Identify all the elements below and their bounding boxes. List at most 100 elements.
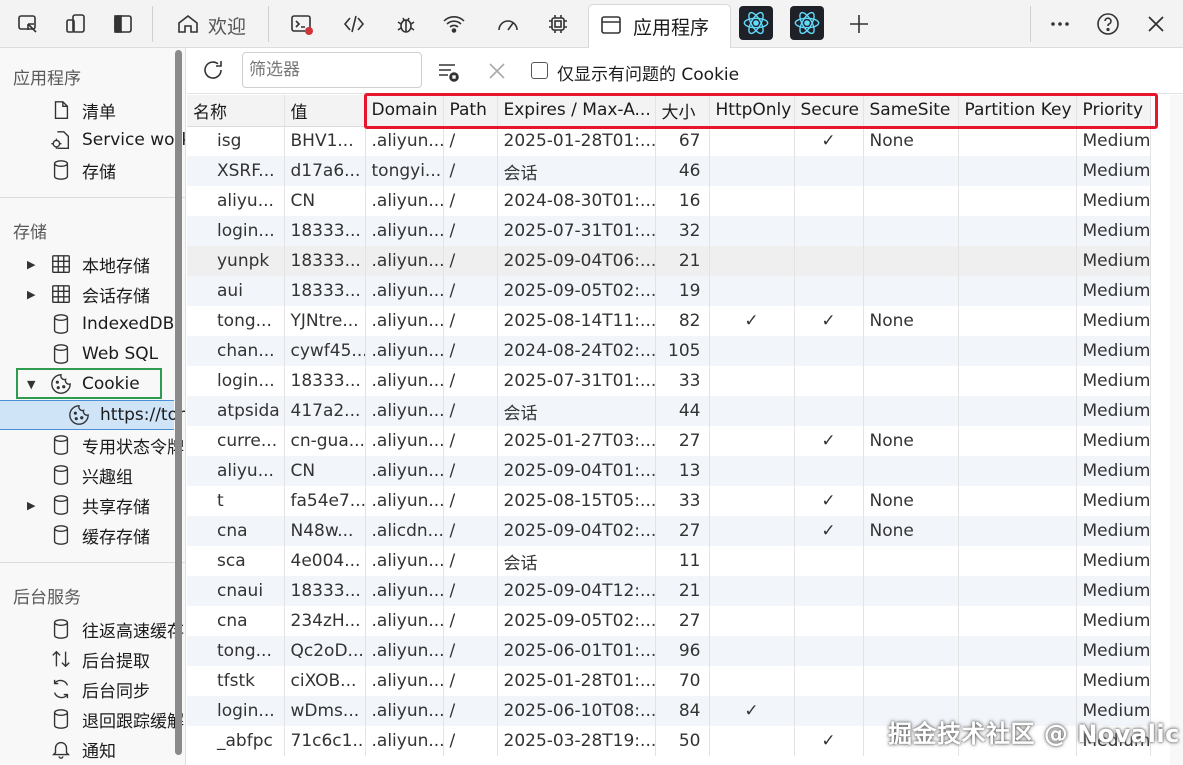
table-row[interactable]: sca 4e004... .aliyun... / 会话 11 Medium [187, 546, 1151, 576]
cell-priority: Medium [1076, 396, 1151, 426]
sidebar-item-notifications[interactable]: 通知 [0, 734, 185, 764]
expand-arrow-icon[interactable]: ▶ [27, 258, 37, 271]
cell-name: tfstk [187, 666, 285, 696]
sidebar-item-background-fetch[interactable]: 后台提取 [0, 644, 185, 674]
sidebar-item-bounce-tracking[interactable]: 退回跟踪缓解 [0, 704, 185, 734]
cell-size: 11 [655, 546, 710, 576]
table-row[interactable]: aliyu... CN .aliyun.../2025-09-04T01:... 13… [187, 456, 1151, 486]
table-row[interactable]: tfstk ciXOB... .aliyun.../2025-01-28T01:..… [187, 666, 1151, 696]
sidebar-item-shared-storage[interactable]: ▶ 共享存储 [0, 490, 185, 520]
cell-httponly [709, 426, 795, 456]
sidebar-item-cookie-origin[interactable]: https://tongyi.aliyun.com [0, 400, 185, 430]
cell-domain: .alicdn... [365, 516, 444, 546]
sidebar-scrollbar[interactable] [175, 50, 182, 755]
cell-priority: Medium [1076, 276, 1151, 306]
table-row[interactable]: chan... cywf45... .aliyun.../2024-08-24T02… [187, 336, 1151, 366]
react-icon[interactable] [790, 6, 824, 40]
cell-httponly [709, 456, 795, 486]
sidebar-item-cookies[interactable]: ▼ Cookie [0, 369, 185, 399]
database-icon [49, 158, 73, 182]
collapse-arrow-icon[interactable]: ▼ [27, 378, 37, 391]
cell-httponly [709, 486, 795, 516]
sidebar-item-web-sql[interactable]: Web SQL [0, 339, 185, 369]
sidebar-item-background-sync[interactable]: 后台同步 [0, 674, 185, 704]
cpu-icon[interactable] [542, 8, 574, 40]
section-storage: 存储 [13, 223, 47, 243]
cookie-filter-bar: 筛选器 仅显示有问题的 Cookie [187, 48, 1183, 94]
delete-selected-icon[interactable] [481, 55, 513, 87]
sidebar-item-cache-storage[interactable]: 缓存存储 [0, 520, 185, 550]
close-icon[interactable] [1140, 8, 1172, 40]
cell-size: 27 [655, 516, 710, 546]
home-icon[interactable] [172, 8, 204, 40]
cell-value: 234zH... [284, 606, 366, 636]
column-header-name[interactable]: 名称 [187, 95, 285, 127]
sidebar-item-service-workers[interactable]: Service workers [0, 125, 185, 155]
tab-application[interactable]: 应用程序 [588, 4, 731, 48]
sidebar-item-local-storage[interactable]: ▶ 本地存储 [0, 249, 185, 279]
table-row[interactable]: cna N48w... .alicdn.../2025-09-04T02:... 27… [187, 516, 1151, 546]
add-tab-icon[interactable] [843, 8, 875, 40]
cell-size: 70 [655, 666, 710, 696]
table-row[interactable]: t fa54e7... .aliyun.../2025-08-15T05:... 33… [187, 486, 1151, 516]
sidebar-item-private-state-tokens[interactable]: 专用状态令牌 [0, 430, 185, 460]
cell-path: / [443, 516, 498, 546]
filter-input[interactable]: 筛选器 [242, 52, 422, 88]
sidebar-item-storage-overview[interactable]: 存储 [0, 155, 185, 185]
cell-path: / [443, 306, 498, 336]
cell-priority: Medium [1076, 636, 1151, 666]
cell-domain: .aliyun... [365, 486, 444, 516]
table-row[interactable]: isg BHV1... .aliyun.../2025-01-28T01:... 67… [187, 126, 1151, 156]
sidebar-toggle-icon[interactable] [107, 8, 139, 40]
device-emulation-icon[interactable] [60, 8, 92, 40]
table-row[interactable]: XSRF... d17a6... tongyi... / 会话 46 Medium [187, 156, 1151, 186]
table-row[interactable]: aliyu... CN .aliyun.../2024-08-30T01:... 16… [187, 186, 1151, 216]
table-row[interactable]: login... 18333... .aliyun.../2025-07-31T01… [187, 366, 1151, 396]
inspect-element-icon[interactable] [12, 8, 44, 40]
table-row[interactable]: cna 234zH... .aliyun.../2025-09-05T02:... 2… [187, 606, 1151, 636]
sidebar-item-interest-groups[interactable]: 兴趣组 [0, 460, 185, 490]
network-icon[interactable] [438, 8, 470, 40]
sync-icon [49, 677, 73, 701]
cell-size: 27 [655, 426, 710, 456]
sidebar-item-indexeddb[interactable]: IndexedDB [0, 309, 185, 339]
table-scrollbar[interactable] [1170, 95, 1183, 765]
table-row[interactable]: yunpk 18333... .aliyun.../2025-09-04T06:..… [187, 246, 1151, 276]
help-icon[interactable] [1092, 8, 1124, 40]
performance-icon[interactable] [492, 8, 524, 40]
cell-samesite [863, 186, 959, 216]
sidebar-item-session-storage[interactable]: ▶ 会话存储 [0, 279, 185, 309]
cell-expires: 会话 [497, 396, 656, 426]
cell-secure [794, 366, 864, 396]
expand-arrow-icon[interactable]: ▶ [27, 499, 37, 512]
refresh-icon[interactable] [197, 54, 229, 86]
console-icon[interactable] [285, 8, 317, 40]
cell-value: Qc2oD... [284, 636, 366, 666]
sources-icon[interactable] [338, 8, 370, 40]
tab-welcome[interactable]: 欢迎 [208, 12, 246, 39]
expand-arrow-icon[interactable]: ▶ [27, 288, 37, 301]
cell-path: / [443, 456, 498, 486]
column-header-value[interactable]: 值 [284, 95, 366, 127]
more-options-icon[interactable] [1044, 8, 1076, 40]
table-row[interactable]: login... 18333... .aliyun.../2025-07-31T01… [187, 216, 1151, 246]
clear-all-cookies-icon[interactable] [432, 55, 464, 87]
tab-application-label: 应用程序 [633, 17, 710, 39]
cell-priority: Medium [1076, 366, 1151, 396]
only-issues-checkbox[interactable] [531, 62, 548, 79]
table-row[interactable]: aui 18333... .aliyun.../2025-09-05T02:... 1… [187, 276, 1151, 306]
table-row[interactable]: atpsida 417a2... .aliyun... / 会话 44 Medium [187, 396, 1151, 426]
table-row[interactable]: tong... Qc2oD... .aliyun.../2025-06-01T01:… [187, 636, 1151, 666]
bug-icon[interactable] [390, 8, 422, 40]
cell-expires: 2025-07-31T01:... [497, 366, 656, 396]
cell-expires: 2025-03-28T19:... [497, 726, 656, 756]
sidebar-item-manifest[interactable]: 清单 [0, 95, 185, 125]
react-icon[interactable] [739, 6, 773, 40]
sidebar-item-bfcache[interactable]: 往返高速缓存 [0, 614, 185, 644]
cell-value: N48w... [284, 516, 366, 546]
table-row[interactable]: tong... YJNtre... .aliyun.../2025-08-14T11… [187, 306, 1151, 336]
table-row[interactable]: cnaui 18333... .aliyun.../2025-09-04T12:..… [187, 576, 1151, 606]
cell-name: cna [187, 606, 285, 636]
cell-expires: 2025-01-27T03:... [497, 426, 656, 456]
table-row[interactable]: curre... cn-gua... .aliyun.../2025-01-27T0… [187, 426, 1151, 456]
